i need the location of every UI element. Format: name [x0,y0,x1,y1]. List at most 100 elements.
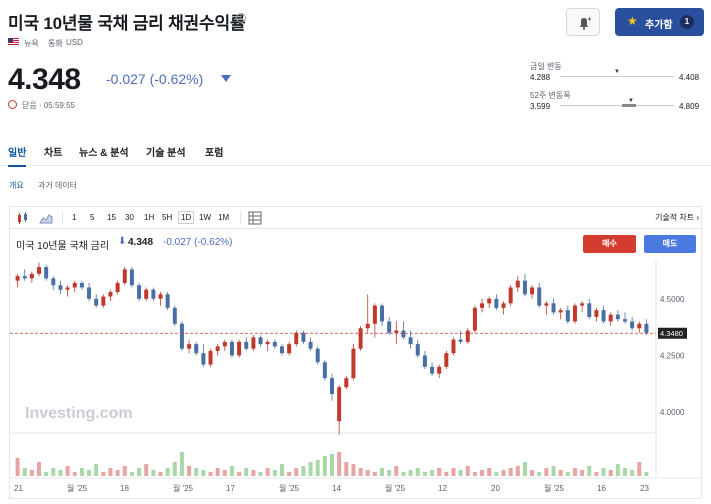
add-watchlist-label: 추가함 [645,20,673,31]
candle-body [344,378,349,388]
table-view-icon[interactable] [248,211,262,225]
volume-bar [194,468,199,476]
candle-body [122,269,127,283]
chart-price-change: -0.027 (-0.62%) [163,237,233,248]
volume-bar [122,466,127,476]
candle-body [508,287,513,304]
volume-bar [422,472,427,476]
candle-body [444,353,449,367]
volume-bar [601,468,606,476]
volume-bar [165,468,170,476]
timeframe-1[interactable]: 1 [72,213,76,222]
timeframe-30[interactable]: 30 [125,213,134,222]
chart-instrument-name: 미국 10년물 국채 금리 [16,241,110,252]
timeframe-5h[interactable]: 5H [162,213,172,222]
volume-bar [65,466,70,476]
candle-body [244,341,249,349]
tab-overview[interactable]: 일반 [8,144,27,167]
candle-body [451,339,456,354]
candle-body [401,330,406,338]
add-watchlist-button[interactable]: ★ 추가함 1 [615,8,704,36]
alert-button[interactable] [566,8,600,36]
candle-body [458,339,463,342]
tab-technical[interactable]: 기술 분석 [146,144,186,159]
buy-button[interactable]: 매도 [644,235,696,253]
volume-bar [244,468,249,476]
candle-body [201,353,206,365]
candle-body [501,303,506,308]
timeframe-1h[interactable]: 1H [144,213,154,222]
volume-bar [465,466,470,476]
tab-news[interactable]: 뉴스 & 분석 [79,144,129,159]
last-price: 4.348 [8,63,81,96]
volume-bar [494,472,499,476]
area-chart-icon[interactable] [39,211,53,225]
volume-bar [322,456,327,476]
sell-button[interactable]: 매수 [583,235,636,253]
volume-bar [387,470,392,476]
candle-body [137,285,142,299]
x-tick-label: 월 '25 [544,483,565,493]
timeframe-1d[interactable]: 1D [178,211,195,224]
timeframe-15[interactable]: 15 [107,213,116,222]
tab-chart[interactable]: 차트 [44,144,62,159]
candle-body [322,362,327,379]
x-tick-label: 월 '25 [279,483,300,493]
week52-range-fill [622,104,636,107]
candle-body [51,278,56,286]
timeframe-1w[interactable]: 1W [199,213,211,222]
volume-bar [330,454,334,476]
day-range-high: 4.408 [679,73,700,82]
subtab-summary[interactable]: 개요 [9,180,24,191]
info-icon[interactable]: i [236,13,246,23]
volume-bar [472,472,477,476]
technical-chart-link[interactable]: 기술적 차트 › [655,212,699,223]
candle-body [637,323,642,329]
price-chart[interactable]: Investing.com 4.5000 4.2500 4.0000 21 월 '25… [10,258,701,498]
candle-body [537,287,542,306]
timeframe-5[interactable]: 5 [90,213,94,222]
region-label: 뉴욕 [24,39,39,48]
volume-bar [565,472,570,476]
x-tick-label: 월 '25 [385,483,406,493]
volume-bar [29,470,34,476]
candle-body [387,321,392,333]
volume-bar [158,472,163,476]
volume-bar [272,470,277,476]
candle-body [44,267,49,279]
week52-range-label: 52주 변동폭 [530,91,571,100]
candle-body [315,348,320,363]
volume-bar [172,462,177,476]
x-tick-label: 월 '25 [67,483,88,493]
candle-body [287,344,292,354]
volume-bar [51,468,56,476]
candle-body [22,276,27,279]
volume-bar [108,468,113,476]
candle-body [208,350,213,365]
volume-bar [101,472,106,476]
x-tick-label: 16 [597,484,606,493]
candle-body [294,332,299,345]
volume-bar [44,472,49,476]
volume-bar [187,466,192,476]
candle-body [229,341,234,356]
tab-forum[interactable]: 포럼 [205,144,223,159]
volume-bar [372,472,377,476]
y-tick-label: 4.5000 [660,295,685,304]
currency-value: USD [66,38,83,47]
market-time: 닫음 · 05:59:55 [22,101,75,110]
volume-bar [430,470,435,476]
candle-body [415,344,420,356]
timeframe-1m[interactable]: 1M [218,213,229,222]
volume-bar [179,452,184,476]
volume-bar [587,466,592,476]
volume-bar [222,470,227,476]
candle-body [408,337,413,345]
candle-body [472,307,477,331]
subtab-historical[interactable]: 과거 데이터 [38,180,77,191]
volume-bar [451,468,456,476]
candlestick-type-icon[interactable] [16,211,30,225]
volume-bar [265,468,270,476]
candle-body [494,298,499,308]
candle-body [144,289,149,299]
